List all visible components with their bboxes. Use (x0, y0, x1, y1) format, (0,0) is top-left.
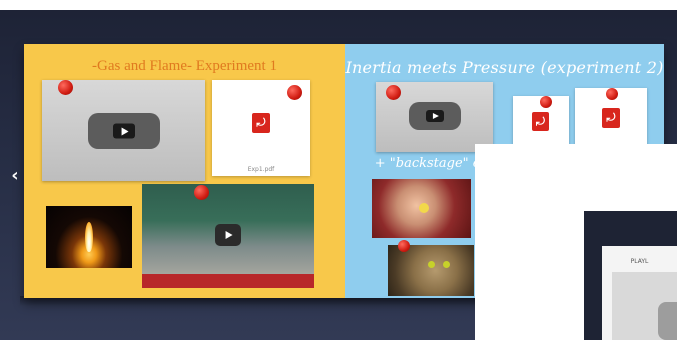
pushpin-icon (58, 80, 73, 95)
top-strip (0, 0, 677, 10)
experiment-1-class-video[interactable] (142, 184, 314, 288)
flame-icon (85, 222, 93, 252)
pushpin-icon (540, 96, 552, 108)
pushpin-icon (287, 85, 302, 100)
experiment-1-title: -Gas and Flame- Experiment 1 (92, 58, 277, 74)
pdf-icon: ⤾ (532, 112, 549, 131)
play-icon (88, 113, 160, 149)
pushpin-icon (398, 240, 410, 252)
pushpin-icon (606, 88, 618, 100)
experiment-2-title: Inertia meets Pressure (experiment 2) (345, 58, 664, 77)
pdf-icon: ⤾ (602, 108, 620, 128)
playlist-label: PLAYL (630, 258, 649, 265)
chevron-left-icon: ‹ (11, 165, 19, 186)
pushpin-icon (386, 85, 401, 100)
pdf-icon: ⤾ (252, 113, 270, 133)
pushpin-icon (194, 185, 209, 200)
previous-page-button[interactable]: ‹ (6, 166, 24, 186)
cat-photo (388, 245, 474, 296)
pdf-filename: Exp1.pdf (247, 166, 275, 173)
play-icon (658, 302, 677, 340)
experiment-1-panel: -Gas and Flame- Experiment 1 ⤾ Exp1.pdf (24, 44, 345, 298)
experiment-1-video[interactable] (42, 80, 205, 181)
candle-flame-photo (46, 206, 132, 268)
play-icon (215, 224, 241, 246)
experiment-2-hands-photo (372, 179, 471, 238)
play-icon (409, 102, 461, 130)
playlist-preview-card[interactable]: PLAYL (602, 246, 677, 340)
